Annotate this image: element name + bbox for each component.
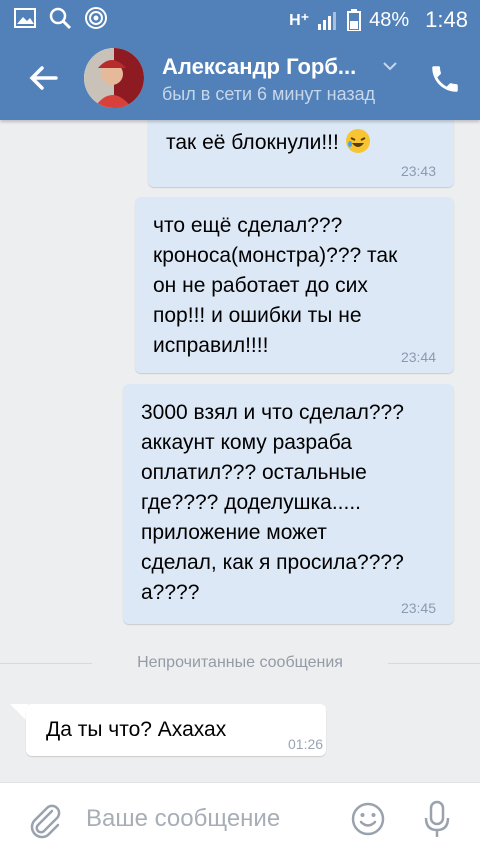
message-text: 3000 взял и что сделал??? аккаунт кому р… <box>141 401 404 604</box>
battery-icon <box>347 9 362 31</box>
hotspot-icon <box>85 7 107 29</box>
chat-header: Александр Горб... был в сети 6 минут наз… <box>0 38 480 120</box>
message-time: 23:45 <box>400 600 436 616</box>
presence-status: был в сети 6 минут назад <box>162 84 376 104</box>
avatar[interactable] <box>84 48 144 108</box>
contact-name[interactable]: Александр Горб... <box>162 54 356 80</box>
outgoing-message[interactable]: 3000 взял и что сделал??? аккаунт кому р… <box>123 384 454 624</box>
clock: 1:48 <box>425 7 468 32</box>
unread-divider: Непрочитанные сообщения <box>0 650 480 678</box>
contact-photo-icon <box>84 48 144 108</box>
microphone-icon[interactable] <box>420 799 454 839</box>
incoming-message[interactable]: Да ты что? Ахахах 01:26 <box>26 704 326 756</box>
message-time: 01:26 <box>288 736 324 752</box>
phone-icon[interactable] <box>428 62 462 96</box>
status-bar: H⁺ 48% 1:48 <box>0 0 480 38</box>
chevron-down-icon[interactable] <box>380 56 400 76</box>
message-input[interactable]: Ваше сообщение <box>86 805 280 833</box>
message-text: что ещё сделал??? кроноса(монстра)??? та… <box>153 214 398 357</box>
paperclip-icon[interactable] <box>24 799 64 839</box>
message-text: так её блокнули!!! <box>166 131 339 154</box>
message-time: 23:43 <box>400 163 436 179</box>
outgoing-message[interactable]: что ещё сделал??? кроноса(монстра)??? та… <box>135 197 454 373</box>
unread-label: Непрочитанные сообщения <box>137 654 343 671</box>
search-icon <box>49 7 72 30</box>
gallery-icon <box>14 8 36 28</box>
message-time: 23:44 <box>400 349 436 365</box>
rofl-emoji-icon <box>345 129 370 153</box>
smile-icon[interactable] <box>350 801 386 837</box>
network-type: H⁺ <box>289 12 310 29</box>
message-composer: Ваше сообщение <box>0 782 480 855</box>
back-arrow-icon[interactable] <box>26 60 62 96</box>
battery-percent: 48% <box>369 8 410 31</box>
signal-icon <box>318 12 337 30</box>
message-text: Да ты что? Ахахах <box>46 718 227 741</box>
